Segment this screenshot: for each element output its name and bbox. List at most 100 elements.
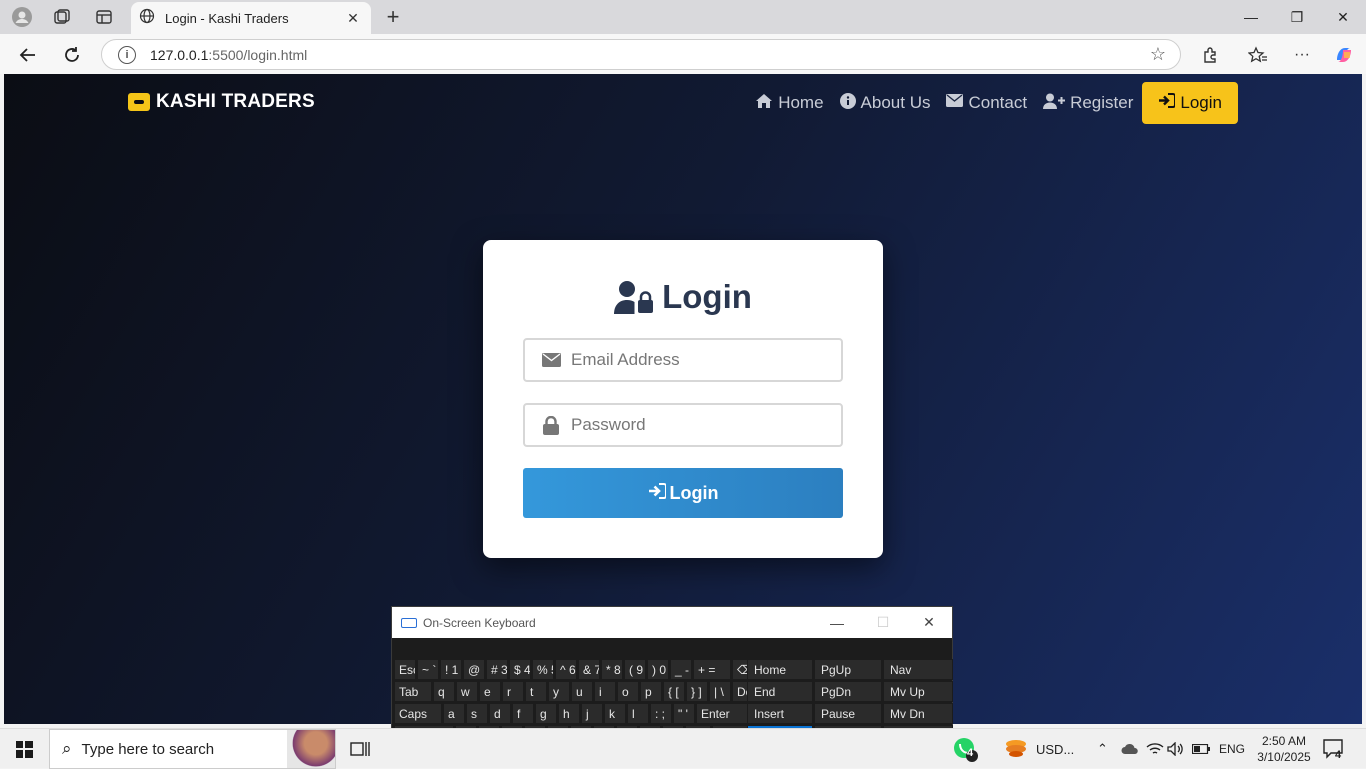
extensions-icon[interactable] — [1196, 42, 1224, 68]
nav-register[interactable]: Register — [1043, 82, 1133, 124]
osk-key[interactable]: Nav — [883, 659, 953, 680]
nav-contact[interactable]: Contact — [946, 82, 1027, 124]
volume-icon[interactable] — [1167, 729, 1185, 769]
osk-key[interactable]: & 7 — [578, 659, 600, 680]
osk-key[interactable]: k — [604, 703, 626, 724]
osk-key[interactable]: Tab — [394, 681, 432, 702]
stocks-icon[interactable] — [1001, 734, 1031, 764]
osk-key[interactable]: Home — [747, 659, 813, 680]
osk-key[interactable]: } ] — [686, 681, 708, 702]
nav-home-label: Home — [778, 93, 824, 112]
osk-key[interactable]: @ 2 — [463, 659, 485, 680]
osk-key[interactable]: Esc — [394, 659, 416, 680]
active-tab[interactable]: Login - Kashi Traders ✕ — [131, 2, 371, 34]
osk-key[interactable]: l — [627, 703, 649, 724]
osk-key[interactable]: Pause — [814, 703, 882, 724]
whatsapp-icon[interactable] — [950, 734, 980, 764]
osk-key[interactable]: r — [502, 681, 524, 702]
osk-key[interactable]: g — [535, 703, 557, 724]
notifications-icon[interactable] — [1323, 729, 1345, 769]
favorites-icon[interactable] — [1244, 42, 1272, 68]
task-view-icon[interactable] — [345, 734, 375, 764]
osk-key[interactable]: ~ ` — [417, 659, 439, 680]
osk-key[interactable]: ( 9 — [624, 659, 646, 680]
osk-key[interactable]: Insert — [747, 703, 813, 724]
language-indicator[interactable]: ENG — [1219, 729, 1245, 769]
osk-key[interactable]: y — [548, 681, 570, 702]
copilot-icon[interactable] — [1330, 42, 1358, 68]
osk-key[interactable]: Mv Dn — [883, 703, 953, 724]
onedrive-icon[interactable] — [1121, 729, 1139, 769]
osk-key[interactable]: ^ 6 — [555, 659, 577, 680]
refresh-icon[interactable] — [58, 41, 86, 69]
back-icon[interactable] — [14, 41, 42, 69]
workspaces-icon[interactable] — [49, 5, 75, 29]
osk-key[interactable]: Mv Up — [883, 681, 953, 702]
osk-key[interactable]: # 3 — [486, 659, 508, 680]
show-hidden-icons-icon[interactable]: ⌃ — [1097, 729, 1108, 769]
osk-key[interactable]: e — [479, 681, 501, 702]
profile-icon[interactable] — [9, 5, 35, 29]
osk-key[interactable]: w — [456, 681, 478, 702]
osk-minimize-icon[interactable]: — — [814, 615, 860, 631]
osk-key[interactable]: * 8 — [601, 659, 623, 680]
osk-key[interactable]: a — [443, 703, 465, 724]
osk-key[interactable]: { [ — [663, 681, 685, 702]
osk-key[interactable]: u — [571, 681, 593, 702]
osk-key[interactable]: | \ — [709, 681, 731, 702]
restore-icon[interactable]: ❐ — [1274, 0, 1320, 34]
osk-key[interactable]: " ' — [673, 703, 695, 724]
osk-key[interactable]: ) 0 — [647, 659, 669, 680]
lock-icon — [539, 415, 563, 435]
osk-key[interactable]: h — [558, 703, 580, 724]
nav-about[interactable]: About Us — [839, 82, 930, 124]
minimize-icon[interactable]: — — [1228, 0, 1274, 34]
search-highlight-image[interactable] — [287, 730, 335, 768]
nav-login-button[interactable]: Login — [1142, 82, 1238, 124]
nav-home[interactable]: Home — [755, 82, 824, 124]
favorite-star-icon[interactable]: ☆ — [1150, 44, 1166, 65]
osk-key[interactable]: End — [747, 681, 813, 702]
vertical-tabs-icon[interactable] — [91, 5, 117, 29]
osk-key[interactable]: PgDn — [814, 681, 882, 702]
new-tab-icon[interactable]: + — [380, 4, 406, 29]
osk-key[interactable]: t — [525, 681, 547, 702]
home-icon — [755, 93, 773, 114]
osk-key[interactable]: q — [433, 681, 455, 702]
brand-logo[interactable]: KASHI TRADERS — [128, 91, 315, 113]
wifi-icon[interactable] — [1146, 729, 1164, 769]
osk-key[interactable]: % 5 — [532, 659, 554, 680]
url-text[interactable]: 127.0.0.1:5500/login.html — [150, 47, 1150, 63]
close-window-icon[interactable]: ✕ — [1320, 0, 1366, 34]
password-input[interactable] — [571, 415, 821, 435]
system-clock[interactable]: 2:50 AM 3/10/2025 — [1248, 733, 1320, 765]
osk-key[interactable]: p — [640, 681, 662, 702]
password-field[interactable] — [523, 403, 843, 447]
email-field[interactable] — [523, 338, 843, 382]
osk-key[interactable]: : ; — [650, 703, 672, 724]
osk-key[interactable]: ! 1 — [440, 659, 462, 680]
osk-key[interactable]: d — [489, 703, 511, 724]
windows-start-icon[interactable] — [0, 729, 48, 769]
osk-key[interactable]: $ 4 — [509, 659, 531, 680]
osk-key[interactable]: + = — [693, 659, 731, 680]
site-info-icon[interactable]: i — [118, 45, 136, 64]
address-bar[interactable]: i 127.0.0.1:5500/login.html ☆ — [101, 39, 1181, 70]
osk-key[interactable]: s — [466, 703, 488, 724]
osk-key[interactable]: i — [594, 681, 616, 702]
osk-key[interactable]: PgUp — [814, 659, 882, 680]
login-submit-button[interactable]: Login — [523, 468, 843, 518]
battery-icon[interactable] — [1192, 729, 1210, 769]
taskbar-search[interactable]: ⌕ Type here to search — [49, 729, 336, 769]
more-options-icon[interactable]: ··· — [1288, 42, 1316, 68]
email-input[interactable] — [571, 350, 821, 370]
stocks-ticker[interactable]: USD... — [1036, 729, 1074, 769]
osk-key[interactable]: o — [617, 681, 639, 702]
browser-toolbar: i 127.0.0.1:5500/login.html ☆ ··· — [0, 34, 1366, 74]
osk-key[interactable]: Caps — [394, 703, 442, 724]
osk-key[interactable]: f — [512, 703, 534, 724]
osk-key[interactable]: _ - — [670, 659, 692, 680]
osk-key[interactable]: j — [581, 703, 603, 724]
close-tab-icon[interactable]: ✕ — [343, 10, 363, 27]
osk-close-icon[interactable]: ✕ — [906, 614, 952, 631]
